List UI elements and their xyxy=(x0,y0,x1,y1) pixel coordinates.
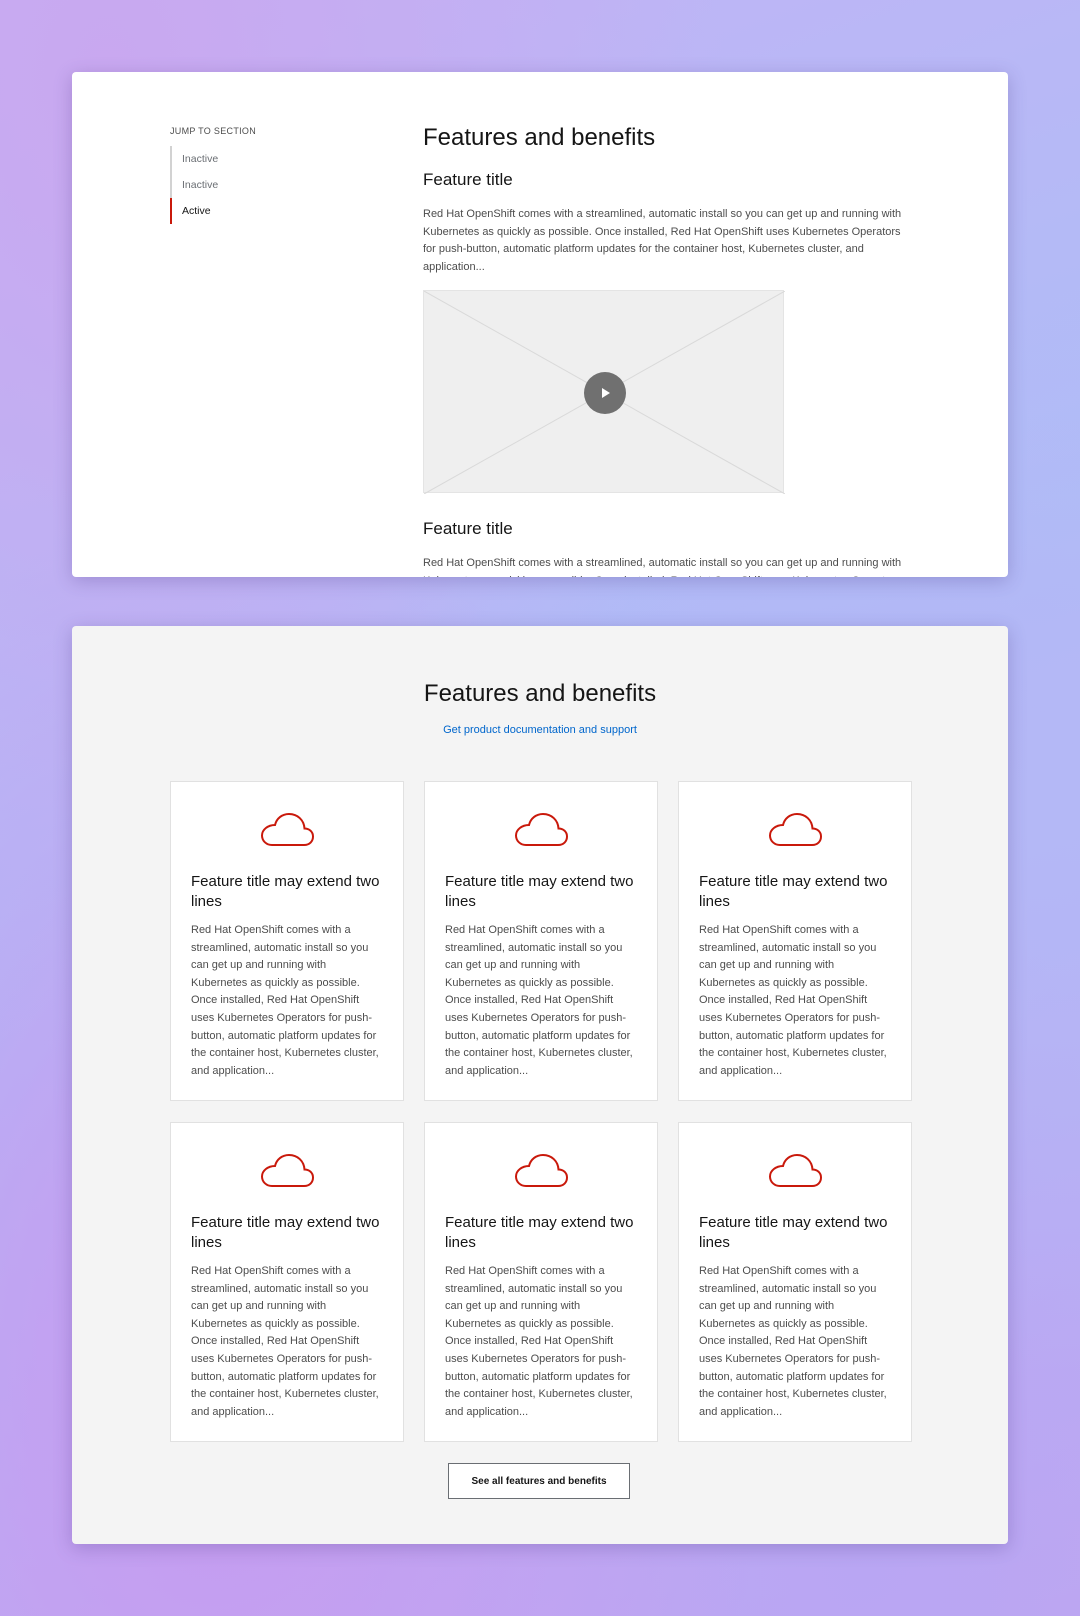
features-cards-panel: Features and benefits Get product docume… xyxy=(72,626,1008,1544)
feature-description: Red Hat OpenShift comes with a streamlin… xyxy=(423,208,902,273)
jump-link-inactive-1[interactable]: Inactive xyxy=(172,146,370,172)
feature-title: Feature title xyxy=(423,170,513,189)
feature-card: Feature title may extend two lines Red H… xyxy=(424,1122,658,1442)
jump-links-panel: JUMP TO SECTION Inactive Inactive Active… xyxy=(72,72,1008,577)
cloud-icon xyxy=(768,812,823,846)
video-player[interactable] xyxy=(423,290,785,494)
card-title: Feature title may extend two lines xyxy=(191,1214,380,1251)
feature-description: Red Hat OpenShift comes with a streamlin… xyxy=(423,557,902,577)
jump-link-inactive-2[interactable]: Inactive xyxy=(172,172,370,198)
feature-cards-grid: Feature title may extend two lines Red H… xyxy=(170,781,912,1442)
card-title: Feature title may extend two lines xyxy=(445,1214,634,1251)
cloud-icon xyxy=(514,1153,569,1187)
jump-to-section-nav: JUMP TO SECTION Inactive Inactive Active xyxy=(170,126,370,224)
cloud-icon xyxy=(514,812,569,846)
card-title: Feature title may extend two lines xyxy=(445,873,634,910)
card-title: Feature title may extend two lines xyxy=(699,1214,888,1251)
card-description: Red Hat OpenShift comes with a streamlin… xyxy=(699,1265,887,1418)
card-title: Feature title may extend two lines xyxy=(699,873,888,910)
section-title: Features and benefits xyxy=(423,680,657,707)
card-title: Feature title may extend two lines xyxy=(191,873,380,910)
cloud-icon xyxy=(260,1153,315,1187)
features-content: Features and benefits Feature title Red … xyxy=(423,124,903,577)
documentation-support-link[interactable]: Get product documentation and support xyxy=(72,724,1008,736)
jump-to-section-label: JUMP TO SECTION xyxy=(170,126,257,136)
jump-links-list: Inactive Inactive Active xyxy=(170,146,370,224)
play-icon xyxy=(602,388,610,398)
feature-title: Feature title xyxy=(423,519,513,538)
see-all-features-button[interactable]: See all features and benefits xyxy=(448,1463,630,1499)
cloud-icon xyxy=(768,1153,823,1187)
feature-card: Feature title may extend two lines Red H… xyxy=(424,781,658,1101)
jump-link-active[interactable]: Active xyxy=(170,198,370,224)
page-title: Features and benefits xyxy=(423,124,656,151)
card-description: Red Hat OpenShift comes with a streamlin… xyxy=(699,924,887,1077)
card-description: Red Hat OpenShift comes with a streamlin… xyxy=(445,924,633,1077)
feature-card: Feature title may extend two lines Red H… xyxy=(170,781,404,1101)
card-description: Red Hat OpenShift comes with a streamlin… xyxy=(191,1265,379,1418)
cloud-icon xyxy=(260,812,315,846)
play-button[interactable] xyxy=(584,372,626,414)
feature-card: Feature title may extend two lines Red H… xyxy=(678,781,912,1101)
card-description: Red Hat OpenShift comes with a streamlin… xyxy=(445,1265,633,1418)
feature-card: Feature title may extend two lines Red H… xyxy=(678,1122,912,1442)
feature-card: Feature title may extend two lines Red H… xyxy=(170,1122,404,1442)
card-description: Red Hat OpenShift comes with a streamlin… xyxy=(191,924,379,1077)
